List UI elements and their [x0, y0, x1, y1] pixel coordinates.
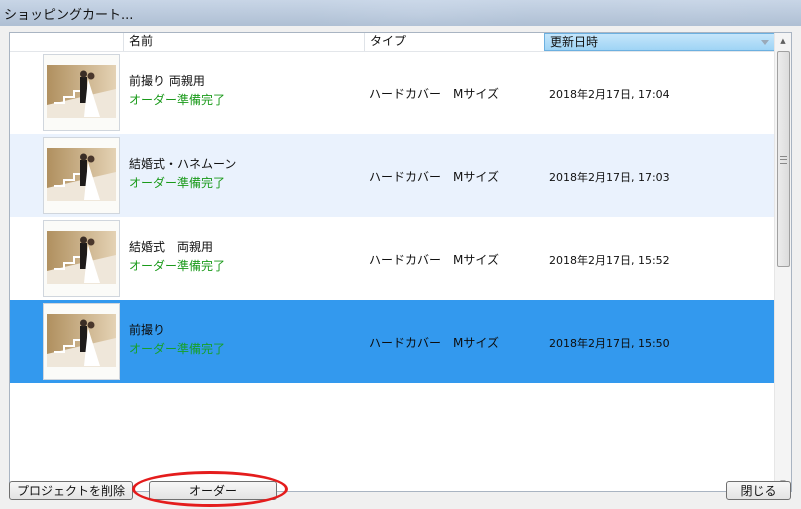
- cart-row-selected[interactable]: 前撮り オーダー準備完了 ハードカバー Mサイズ 2018年2月17日, 15:…: [10, 300, 776, 383]
- row-name: 結婚式 両親用: [129, 240, 214, 254]
- row-name: 前撮り: [129, 323, 166, 337]
- album-thumbnail: [44, 221, 119, 296]
- column-thumbnail[interactable]: [10, 33, 123, 51]
- wedding-photo-icon: [44, 55, 119, 130]
- grip-icon: [780, 156, 787, 164]
- row-type: ハードカバー Mサイズ: [369, 170, 499, 184]
- order-button[interactable]: オーダー: [149, 481, 277, 500]
- cart-row[interactable]: 結婚式 両親用 オーダー準備完了 ハードカバー Mサイズ 2018年2月17日,…: [10, 217, 776, 300]
- column-type[interactable]: タイプ: [364, 33, 544, 51]
- row-name: 前撮り 両親用: [129, 74, 205, 88]
- album-thumbnail: [44, 138, 119, 213]
- scroll-thumb[interactable]: [777, 51, 790, 267]
- scroll-up-icon[interactable]: ▲: [775, 33, 791, 49]
- column-updated-label: 更新日時: [550, 35, 599, 49]
- wedding-photo-icon: [44, 138, 119, 213]
- album-thumbnail: [44, 55, 119, 130]
- column-name[interactable]: 名前: [123, 33, 364, 51]
- row-status: オーダー準備完了: [129, 176, 226, 190]
- row-date: 2018年2月17日, 17:03: [549, 171, 670, 184]
- shopping-cart-dialog: 名前 タイプ 更新日時 前撮り 両親用 オーダー準備完了 ハードカバー Mサイズ…: [0, 26, 801, 509]
- album-thumbnail: [44, 304, 119, 379]
- row-status: オーダー準備完了: [129, 259, 226, 273]
- vertical-scrollbar[interactable]: ▲ ▼: [774, 33, 791, 491]
- row-status: オーダー準備完了: [129, 342, 226, 356]
- column-header: 名前 タイプ 更新日時: [10, 33, 776, 52]
- row-type: ハードカバー Mサイズ: [369, 336, 499, 350]
- row-status: オーダー準備完了: [129, 93, 226, 107]
- row-date: 2018年2月17日, 15:50: [549, 337, 670, 350]
- cart-row[interactable]: 結婚式・ハネムーン オーダー準備完了 ハードカバー Mサイズ 2018年2月17…: [10, 134, 776, 217]
- row-type: ハードカバー Mサイズ: [369, 253, 499, 267]
- wedding-photo-icon: [44, 304, 119, 379]
- column-updated[interactable]: 更新日時: [544, 33, 776, 51]
- row-type: ハードカバー Mサイズ: [369, 87, 499, 101]
- wedding-photo-icon: [44, 221, 119, 296]
- row-date: 2018年2月17日, 15:52: [549, 254, 670, 267]
- row-date: 2018年2月17日, 17:04: [549, 88, 670, 101]
- window-title: ショッピングカート...: [4, 8, 134, 23]
- sort-descending-icon: [761, 40, 769, 45]
- cart-row[interactable]: 前撮り 両親用 オーダー準備完了 ハードカバー Mサイズ 2018年2月17日,…: [10, 51, 776, 134]
- close-button[interactable]: 閉じる: [726, 481, 791, 500]
- delete-project-button[interactable]: プロジェクトを削除: [9, 481, 133, 500]
- cart-list[interactable]: 名前 タイプ 更新日時 前撮り 両親用 オーダー準備完了 ハードカバー Mサイズ…: [9, 32, 792, 492]
- title-bar[interactable]: ショッピングカート...: [0, 0, 801, 26]
- row-name: 結婚式・ハネムーン: [129, 157, 237, 171]
